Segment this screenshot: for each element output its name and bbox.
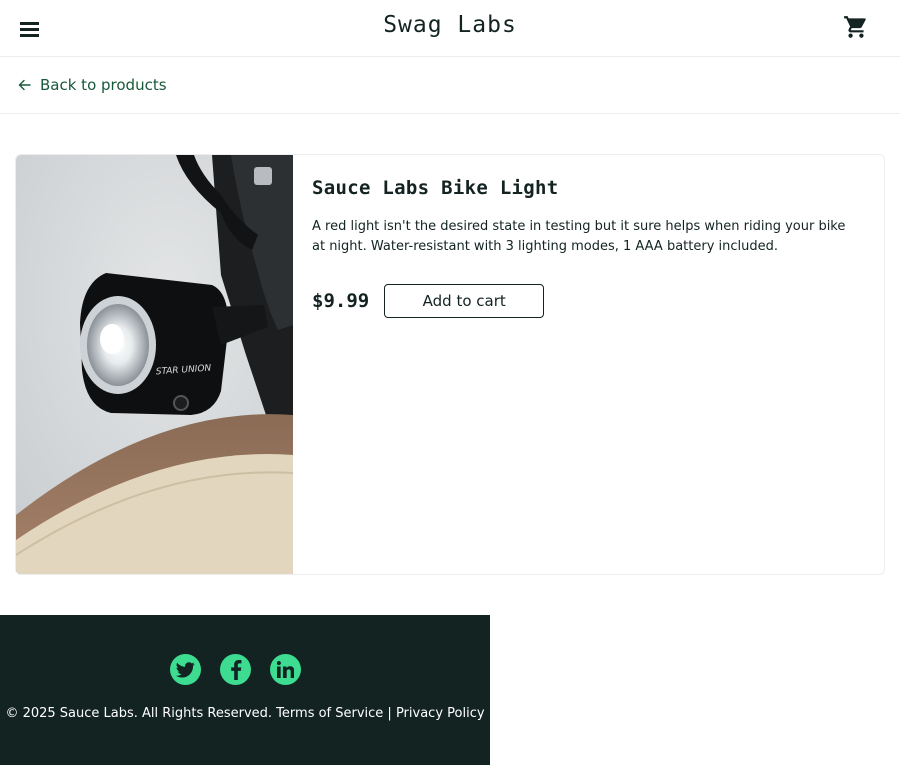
twitter-icon <box>176 661 195 678</box>
secondary-header: Back to products <box>0 57 900 114</box>
facebook-link[interactable] <box>220 654 251 685</box>
product-details-card: STAR UNION Sauce Labs Bike Light A red l… <box>15 154 885 575</box>
app-logo: Swag Labs <box>383 12 517 38</box>
back-to-products-button[interactable]: Back to products <box>18 76 167 94</box>
product-image: STAR UNION <box>16 155 293 574</box>
footer-copyright: © 2025 Sauce Labs. All Rights Reserved. … <box>5 706 485 721</box>
shopping-cart-icon <box>844 16 866 38</box>
linkedin-link[interactable] <box>270 654 301 685</box>
twitter-link[interactable] <box>170 654 201 685</box>
back-button-label: Back to products <box>40 76 167 94</box>
product-description: A red light isn't the desired state in t… <box>312 219 846 254</box>
footer: © 2025 Sauce Labs. All Rights Reserved. … <box>0 615 490 765</box>
facebook-icon <box>230 659 241 680</box>
shopping-cart-link[interactable] <box>843 14 869 40</box>
product-price: $9.99 <box>312 290 370 312</box>
product-name: Sauce Labs Bike Light <box>312 177 559 199</box>
add-to-cart-button[interactable]: Add to cart <box>384 284 545 318</box>
primary-header: Swag Labs <box>0 0 900 57</box>
price-row: $9.99 Add to cart <box>312 284 545 318</box>
linkedin-icon <box>277 661 294 678</box>
product-details: Sauce Labs Bike Light A red light isn't … <box>312 177 862 318</box>
arrow-left-icon <box>18 79 31 91</box>
